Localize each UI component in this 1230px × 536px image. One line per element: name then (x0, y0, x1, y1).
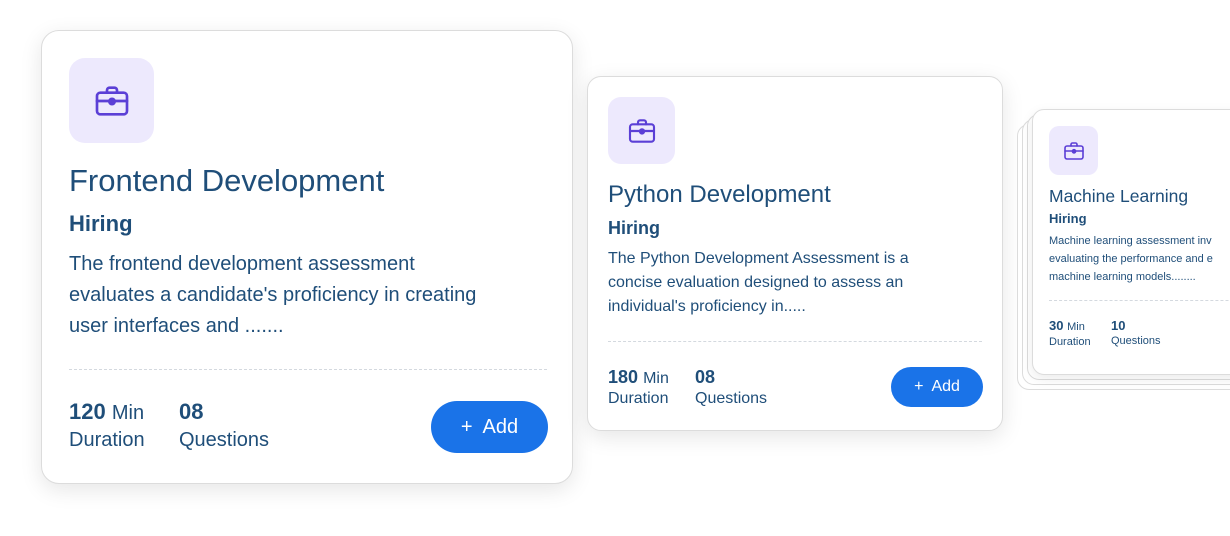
assessment-card-frontend[interactable]: Frontend Development Hiring The frontend… (41, 30, 573, 484)
add-button-label: Add (482, 415, 519, 438)
duration-value: 120 (69, 399, 106, 424)
card-divider (608, 341, 982, 342)
duration-stat: 180 Min Duration (608, 366, 669, 409)
plus-icon: + (914, 378, 924, 395)
questions-label: Questions (179, 428, 270, 451)
card-title: Machine Learning (1049, 186, 1189, 206)
card-subtitle: Hiring (608, 218, 660, 238)
briefcase-icon (1049, 126, 1098, 175)
card-title: Python Development (608, 181, 831, 208)
card-subtitle: Hiring (1049, 211, 1087, 226)
briefcase-icon (608, 97, 675, 164)
duration-value: 180 (608, 367, 639, 387)
card-divider (69, 369, 547, 370)
questions-value: 08 (179, 399, 204, 424)
card-description: The Python Development Assessment is a c… (608, 250, 909, 315)
duration-label: Duration (69, 429, 145, 451)
add-button[interactable]: + Add (891, 367, 983, 407)
briefcase-icon (69, 58, 154, 143)
assessment-card-machine-learning[interactable]: Machine Learning Hiring Machine learning… (1032, 109, 1230, 375)
duration-stat: 30 Min Duration (1049, 318, 1091, 350)
duration-value: 30 (1049, 318, 1064, 333)
questions-value: 08 (695, 367, 716, 387)
duration-unit: Min (111, 402, 145, 424)
duration-label: Duration (1049, 335, 1091, 348)
duration-stat: 120 Min Duration (69, 398, 145, 453)
duration-unit: Min (643, 370, 669, 387)
questions-value: 10 (1111, 318, 1126, 333)
questions-label: Questions (695, 389, 768, 407)
questions-stat: 08 Questions (695, 366, 767, 409)
card-subtitle: Hiring (69, 211, 133, 236)
questions-stat: 10 Questions (1111, 318, 1161, 349)
questions-label: Questions (1111, 335, 1161, 348)
add-button-label: Add (931, 378, 960, 395)
add-button[interactable]: + Add (431, 401, 548, 453)
questions-stat: 08 Questions (179, 398, 269, 453)
card-description: Machine learning assessment inv evaluati… (1049, 235, 1213, 283)
duration-unit: Min (1067, 321, 1085, 333)
plus-icon: + (460, 415, 473, 438)
assessment-card-python[interactable]: Python Development Hiring The Python Dev… (587, 76, 1003, 431)
card-divider (1049, 300, 1230, 301)
card-title: Frontend Development (69, 163, 385, 198)
card-description: The frontend development assessment eval… (69, 253, 477, 337)
duration-label: Duration (608, 390, 669, 407)
